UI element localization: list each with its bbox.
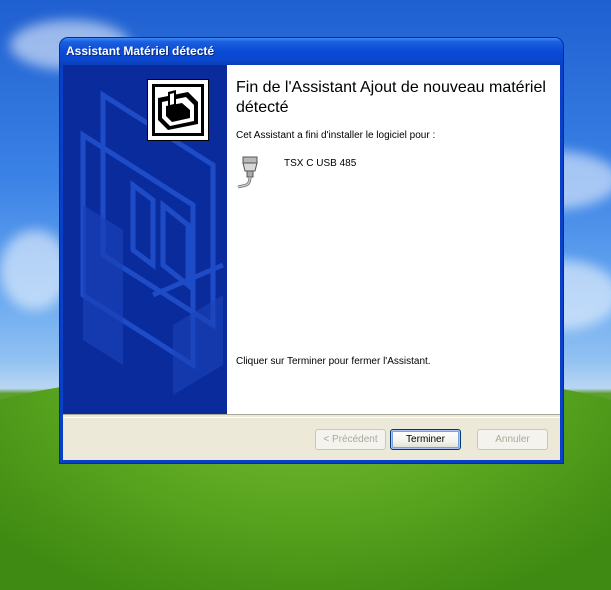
wizard-sidebar-graphic — [63, 65, 227, 414]
finish-instruction-text: Cliquer sur Terminer pour fermer l'Assis… — [236, 356, 431, 367]
back-button[interactable]: < Précédent — [315, 429, 386, 450]
window-title: Assistant Matériel détecté — [66, 44, 215, 58]
button-divider — [63, 414, 560, 418]
wizard-client-area: Fin de l'Assistant Ajout de nouveau maté… — [63, 65, 560, 460]
serial-cable-icon — [236, 155, 262, 191]
finish-button[interactable]: Terminer — [390, 429, 461, 450]
title-bar[interactable]: Assistant Matériel détecté — [60, 38, 563, 65]
device-name: TSX C USB 485 — [284, 158, 357, 169]
wizard-window: Assistant Matériel détecté Fin de l'Assi… — [60, 38, 563, 463]
install-complete-text: Cet Assistant a fini d'installer le logi… — [236, 130, 436, 141]
page-title: Fin de l'Assistant Ajout de nouveau maté… — [236, 79, 546, 116]
cancel-button[interactable]: Annuler — [477, 429, 548, 450]
wizard-content-panel: Fin de l'Assistant Ajout de nouveau maté… — [227, 65, 560, 414]
hardware-wizard-icon — [147, 79, 209, 141]
